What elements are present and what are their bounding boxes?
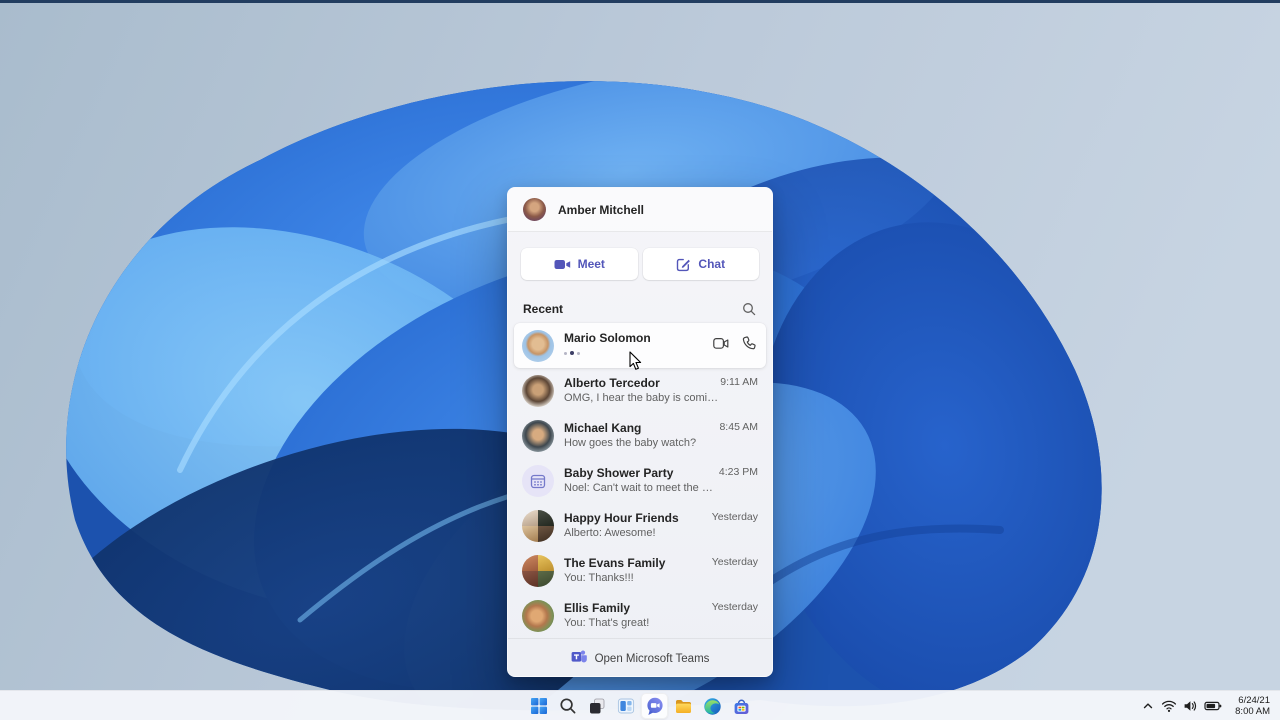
conversation-row-alberto-tercedor[interactable]: Alberto Tercedor OMG, I hear the baby is… bbox=[514, 368, 766, 413]
chat-flyout-header: Amber Mitchell bbox=[508, 188, 772, 232]
system-tray: 6/24/21 8:00 AM bbox=[1138, 691, 1274, 720]
calendar-avatar-icon bbox=[522, 464, 554, 497]
conversation-name: The Evans Family bbox=[564, 556, 666, 570]
search-icon[interactable] bbox=[740, 300, 758, 318]
taskbar: 6/24/21 8:00 AM bbox=[0, 690, 1280, 720]
conversation-time: Yesterday bbox=[711, 556, 758, 568]
conversation-row-happy-hour-friends[interactable]: Happy Hour Friends Alberto: Awesome! Yes… bbox=[514, 503, 766, 548]
conversation-name: Happy Hour Friends bbox=[564, 511, 679, 525]
conversation-row-baby-shower-party[interactable]: Baby Shower Party Noel: Can't wait to me… bbox=[514, 458, 766, 503]
group-avatar bbox=[522, 509, 554, 542]
avatar bbox=[522, 374, 554, 407]
tray-chevron-icon[interactable] bbox=[1138, 694, 1158, 718]
conversation-row-mario-solomon[interactable]: Mario Solomon bbox=[514, 323, 766, 368]
quick-actions: Meet Chat bbox=[521, 248, 759, 280]
video-camera-icon bbox=[554, 257, 571, 272]
wifi-icon[interactable] bbox=[1158, 694, 1180, 718]
chat-taskbar-icon[interactable] bbox=[641, 693, 668, 719]
conversation-row-the-evans-family[interactable]: The Evans Family You: Thanks!!! Yesterda… bbox=[514, 548, 766, 593]
volume-icon[interactable] bbox=[1180, 694, 1201, 718]
conversation-row-ellis-family[interactable]: Ellis Family You: That's great! Yesterda… bbox=[514, 593, 766, 638]
conversation-time: 4:23 PM bbox=[718, 466, 758, 478]
conversation-name: Alberto Tercedor bbox=[564, 376, 660, 390]
open-teams-label: Open Microsoft Teams bbox=[594, 652, 710, 665]
conversation-row-michael-kang[interactable]: Michael Kang How goes the baby watch? 8:… bbox=[514, 413, 766, 458]
tray-time: 8:00 AM bbox=[1235, 706, 1270, 717]
recent-label: Recent bbox=[523, 301, 564, 316]
letterbox-strip bbox=[0, 0, 1280, 3]
conversation-name: Baby Shower Party bbox=[564, 466, 674, 480]
conversation-name: Mario Solomon bbox=[564, 331, 651, 345]
tray-date: 6/24/21 bbox=[1238, 695, 1270, 706]
open-teams-button[interactable]: Open Microsoft Teams bbox=[508, 638, 772, 676]
conversation-name: Ellis Family bbox=[564, 601, 631, 615]
microsoft-store-icon[interactable] bbox=[728, 693, 755, 719]
desktop: Amber Mitchell Meet Chat Recent Mario So… bbox=[0, 0, 1280, 720]
conversation-preview: Alberto: Awesome! bbox=[564, 527, 656, 539]
taskbar-center-icons bbox=[524, 691, 756, 720]
conversation-time: 8:45 AM bbox=[719, 421, 758, 433]
file-explorer-icon[interactable] bbox=[670, 693, 697, 719]
widgets-icon[interactable] bbox=[612, 693, 639, 719]
avatar bbox=[522, 419, 554, 452]
teams-chat-flyout: Amber Mitchell Meet Chat Recent Mario So… bbox=[507, 187, 773, 677]
teams-logo-icon bbox=[571, 648, 587, 669]
clock[interactable]: 6/24/21 8:00 AM bbox=[1231, 693, 1274, 719]
avatar bbox=[522, 599, 554, 632]
conversation-list: Mario Solomon Alberto Tercedor OMG, I he… bbox=[514, 323, 766, 638]
search-taskbar-icon[interactable] bbox=[554, 693, 581, 719]
chat-button[interactable]: Chat bbox=[642, 248, 759, 280]
conversation-preview: Noel: Can't wait to meet the new baby! bbox=[564, 482, 719, 494]
group-avatar bbox=[522, 554, 554, 587]
meet-button-label: Meet bbox=[577, 257, 605, 271]
typing-indicator bbox=[564, 346, 713, 360]
compose-icon bbox=[676, 257, 691, 272]
current-user-name: Amber Mitchell bbox=[558, 202, 645, 217]
conversation-preview: How goes the baby watch? bbox=[564, 437, 697, 449]
audio-call-icon[interactable] bbox=[742, 336, 756, 355]
battery-icon[interactable] bbox=[1201, 694, 1225, 718]
video-call-icon[interactable] bbox=[713, 337, 729, 355]
conversation-name: Michael Kang bbox=[564, 421, 642, 435]
start-button[interactable] bbox=[525, 693, 552, 719]
conversation-preview: OMG, I hear the baby is coming! bbox=[564, 392, 721, 404]
recent-section-header: Recent bbox=[523, 301, 758, 316]
task-view-icon[interactable] bbox=[583, 693, 610, 719]
conversation-time: 9:11 AM bbox=[720, 376, 758, 388]
avatar bbox=[522, 329, 554, 362]
conversation-preview: You: That's great! bbox=[564, 617, 650, 629]
conversation-time: Yesterday bbox=[711, 511, 758, 523]
chat-button-label: Chat bbox=[698, 257, 726, 271]
conversation-time: Yesterday bbox=[711, 601, 758, 613]
edge-browser-icon[interactable] bbox=[699, 693, 726, 719]
avatar bbox=[523, 198, 546, 221]
meet-button[interactable]: Meet bbox=[521, 248, 638, 280]
conversation-preview: You: Thanks!!! bbox=[564, 572, 634, 584]
